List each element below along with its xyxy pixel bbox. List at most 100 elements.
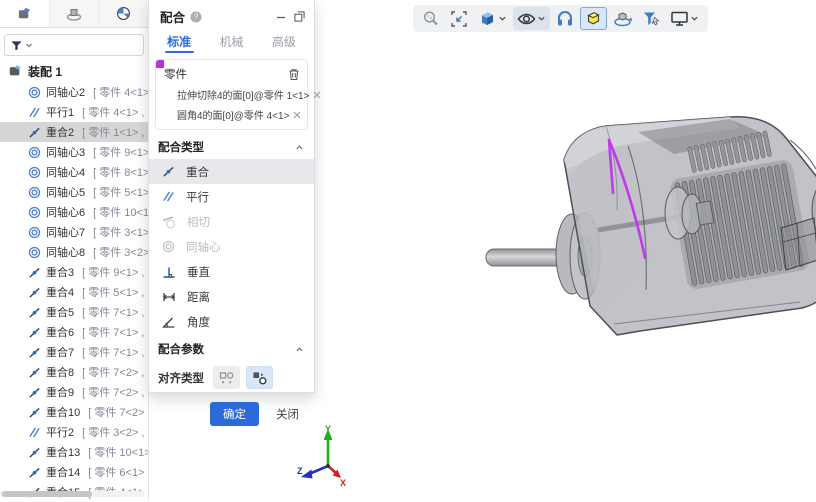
mate-tab-机械[interactable]: 机械 bbox=[205, 30, 257, 53]
sidebar-tab-2[interactable] bbox=[49, 0, 99, 27]
section-view-button[interactable] bbox=[552, 7, 578, 30]
sidebar-tab-1[interactable] bbox=[0, 0, 49, 27]
tree-item-name: 重合10 bbox=[46, 404, 80, 420]
zoom-area-button[interactable] bbox=[418, 7, 444, 30]
tree-item-重合13[interactable]: 重合13[ 零件 10<1> ... bbox=[0, 442, 148, 462]
coincident-icon bbox=[28, 406, 41, 419]
tree-item-ref: [ 零件 9<1> ,... bbox=[93, 144, 148, 160]
coincident-icon bbox=[28, 126, 41, 139]
mate-params-section-header[interactable]: 配合参数 bbox=[149, 334, 314, 361]
assembly-tree-tab-icon bbox=[17, 6, 32, 21]
tree-item-name: 同轴心3 bbox=[46, 144, 85, 160]
mate-option-label: 平行 bbox=[186, 189, 209, 205]
sidebar-tab-3[interactable] bbox=[98, 0, 148, 27]
tree-item-ref: [ 零件 7<2> , ... bbox=[82, 364, 148, 380]
mate-option-距离[interactable]: 距离 bbox=[149, 284, 314, 309]
assembly-tree: 装配 1 同轴心2[ 零件 4<1> ,...平行1[ 零件 4<1> , ..… bbox=[0, 60, 148, 502]
tree-item-同轴心5[interactable]: 同轴心5[ 零件 5<1> ,... bbox=[0, 182, 148, 202]
align-option-1[interactable] bbox=[213, 366, 240, 389]
tree-horizontal-scrollbar[interactable] bbox=[0, 491, 145, 497]
chevron-down-small-icon bbox=[25, 41, 33, 49]
view-orientation-cube-icon bbox=[478, 9, 497, 28]
tree-item-ref: [ 零件 5<1> , ... bbox=[82, 284, 148, 300]
tree-root-assembly[interactable]: 装配 1 bbox=[0, 60, 148, 82]
tree-item-重合9[interactable]: 重合9[ 零件 7<2> , ... bbox=[0, 382, 148, 402]
minimize-icon[interactable] bbox=[276, 12, 286, 22]
tree-item-重合2[interactable]: 重合2[ 零件 1<1> , ... bbox=[0, 122, 148, 142]
mate-option-垂直[interactable]: 垂直 bbox=[149, 259, 314, 284]
model-motor-assembly[interactable] bbox=[478, 110, 816, 345]
tree-item-平行2[interactable]: 平行2[ 零件 3<2> , ... bbox=[0, 422, 148, 442]
mate-option-label: 垂直 bbox=[187, 264, 210, 280]
view-toolbar bbox=[413, 5, 708, 32]
tree-item-平行1[interactable]: 平行1[ 零件 4<1> , ... bbox=[0, 102, 148, 122]
selected-face-text: 圆角4的面[0]@零件 4<1> bbox=[177, 107, 289, 122]
selection-filter-button[interactable] bbox=[638, 7, 664, 30]
orientation-triad[interactable]: Y Z X bbox=[296, 424, 371, 494]
selection-color-swatch bbox=[156, 60, 164, 68]
coincident-icon bbox=[28, 386, 41, 399]
tree-item-同轴心3[interactable]: 同轴心3 [ 零件 9<1> ,... bbox=[0, 142, 148, 162]
tree-item-name: 重合9 bbox=[46, 384, 74, 400]
parts-selection-box[interactable]: 零件 拉伸切除4的面[0]@零件 1<1>圆角4的面[0]@零件 4<1> bbox=[155, 59, 308, 130]
chevron-down-icon bbox=[690, 14, 699, 23]
zoom-fit-button[interactable] bbox=[446, 7, 472, 30]
display-settings-button[interactable] bbox=[666, 7, 703, 30]
mate-option-重合[interactable]: 重合 bbox=[149, 159, 314, 184]
help-icon[interactable]: ? bbox=[190, 11, 202, 23]
concentric-icon bbox=[28, 146, 41, 159]
trash-icon[interactable] bbox=[288, 68, 300, 81]
visibility-eye-icon bbox=[517, 11, 536, 27]
tree-item-同轴心7[interactable]: 同轴心7[ 零件 3<1> ,... bbox=[0, 222, 148, 242]
rotate-view-button[interactable] bbox=[609, 7, 636, 30]
parallel-icon bbox=[162, 190, 175, 203]
close-x-icon[interactable] bbox=[309, 91, 321, 99]
mate-option-label: 重合 bbox=[186, 164, 209, 180]
mate-option-label: 角度 bbox=[187, 314, 210, 330]
mate-option-平行[interactable]: 平行 bbox=[149, 184, 314, 209]
selected-face-text: 拉伸切除4的面[0]@零件 1<1> bbox=[177, 87, 309, 102]
shaded-display-button[interactable] bbox=[580, 7, 607, 30]
tree-item-重合8[interactable]: 重合8[ 零件 7<2> , ... bbox=[0, 362, 148, 382]
tree-item-重合6[interactable]: 重合6 [ 零件 7<1> , ... bbox=[0, 322, 148, 342]
tree-item-重合3[interactable]: 重合3[ 零件 9<1> , ... bbox=[0, 262, 148, 282]
section-view-icon bbox=[556, 10, 574, 28]
tree-item-同轴心2[interactable]: 同轴心2[ 零件 4<1> ,... bbox=[0, 82, 148, 102]
tree-item-重合7[interactable]: 重合7[ 零件 7<1> , ... bbox=[0, 342, 148, 362]
tree-item-重合4[interactable]: 重合4[ 零件 5<1> , ... bbox=[0, 282, 148, 302]
tree-item-重合10[interactable]: 重合10 [ 零件 7<2> , ... bbox=[0, 402, 148, 422]
float-window-icon[interactable] bbox=[294, 11, 305, 22]
tree-item-同轴心8[interactable]: 同轴心8[ 零件 3<2> ,... bbox=[0, 242, 148, 262]
view-orientation-cube-button[interactable] bbox=[474, 7, 511, 30]
mate-type-section-header[interactable]: 配合类型 bbox=[149, 132, 314, 159]
distance-icon bbox=[162, 290, 176, 304]
tree-item-ref: [ 零件 3<1> ,... bbox=[93, 224, 148, 240]
tree-item-重合5[interactable]: 重合5[ 零件 7<1> , ... bbox=[0, 302, 148, 322]
scrollbar-thumb[interactable] bbox=[2, 491, 92, 497]
mate-tab-标准[interactable]: 标准 bbox=[153, 30, 205, 53]
mate-option-角度[interactable]: 角度 bbox=[149, 309, 314, 334]
align-opposite-icon bbox=[252, 371, 268, 385]
tree-item-ref: [ 零件 7<1> , ... bbox=[82, 324, 148, 340]
close-x-icon[interactable] bbox=[289, 111, 301, 119]
tree-item-重合14[interactable]: 重合14[ 零件 6<1> , ... bbox=[0, 462, 148, 482]
ok-button[interactable]: 确定 bbox=[210, 402, 259, 426]
tree-item-name: 重合6 bbox=[46, 324, 74, 340]
visibility-eye-button[interactable] bbox=[513, 7, 550, 30]
concentric-icon bbox=[28, 86, 41, 99]
selected-face-entry-2[interactable]: 圆角4的面[0]@零件 4<1> bbox=[164, 102, 300, 122]
align-option-2[interactable] bbox=[246, 366, 273, 389]
triad-x-label: X bbox=[340, 478, 346, 488]
tree-item-ref: [ 零件 7<2> , ... bbox=[88, 404, 148, 420]
parallel-icon bbox=[28, 106, 41, 119]
tree-item-同轴心4[interactable]: 同轴心4[ 零件 8<1> ,... bbox=[0, 162, 148, 182]
tree-item-同轴心6[interactable]: 同轴心6[ 零件 10<1>... bbox=[0, 202, 148, 222]
selected-face-entry-1[interactable]: 拉伸切除4的面[0]@零件 1<1> bbox=[164, 82, 300, 102]
tree-filter-input[interactable] bbox=[4, 34, 144, 56]
tangent-icon bbox=[162, 215, 176, 229]
chevron-up-icon[interactable] bbox=[295, 143, 304, 152]
chevron-up-icon[interactable] bbox=[295, 345, 304, 354]
close-button[interactable]: 关闭 bbox=[274, 402, 301, 426]
mate-option-label: 同轴心 bbox=[186, 239, 221, 255]
mate-tab-高级[interactable]: 高级 bbox=[258, 30, 310, 53]
